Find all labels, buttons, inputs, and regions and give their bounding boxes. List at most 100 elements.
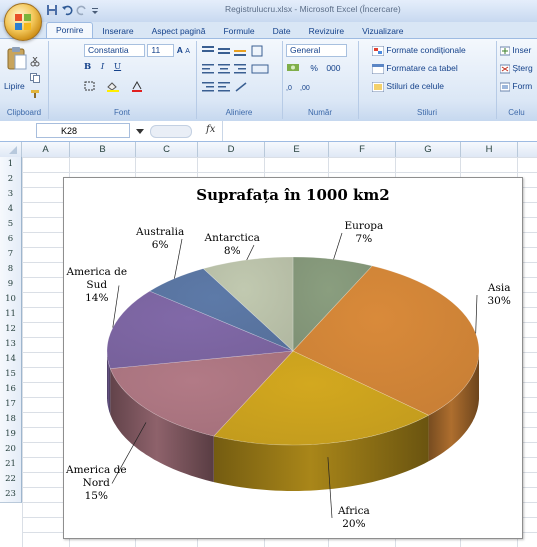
delete-cells-button[interactable]: Șterg	[499, 63, 533, 74]
row-header[interactable]: 9	[0, 277, 22, 293]
row-header[interactable]: 16	[0, 382, 22, 398]
tab-vizualizare[interactable]: Vizualizare	[353, 24, 412, 38]
conditional-formatting-button[interactable]: Formate condiționale	[371, 45, 466, 57]
tab-inserare[interactable]: Inserare	[93, 24, 142, 38]
thousands-button[interactable]: 000	[326, 63, 340, 73]
column-header-e[interactable]: E	[265, 142, 329, 157]
row-header[interactable]: 5	[0, 217, 22, 233]
customize-toolbar-icon[interactable]	[91, 4, 99, 16]
border-icon[interactable]	[84, 81, 96, 94]
currency-icon[interactable]	[286, 62, 302, 75]
clipboard-group-label: Clipboard	[6, 108, 42, 117]
row-header[interactable]: 6	[0, 232, 22, 248]
row-header[interactable]: 23	[0, 487, 22, 503]
insert-cells-button[interactable]: Inser	[499, 45, 531, 56]
row-header[interactable]: 17	[0, 397, 22, 413]
tab-formule[interactable]: Formule	[214, 24, 263, 38]
formula-expand-handle[interactable]	[150, 125, 192, 138]
font-size-select[interactable]: 11	[147, 44, 175, 57]
row-header[interactable]: 10	[0, 292, 22, 308]
column-header-f[interactable]: F	[329, 142, 396, 157]
italic-button[interactable]: I	[101, 62, 104, 72]
leader-line	[333, 232, 343, 260]
indent-icons[interactable]	[202, 81, 262, 95]
bold-button[interactable]: B	[84, 62, 91, 72]
title-bar: Registrulucru.xlsx - Microsoft Excel (În…	[0, 0, 537, 22]
copy-icon[interactable]	[30, 73, 40, 85]
font-color-icon[interactable]	[131, 80, 143, 94]
svg-text:,00: ,00	[300, 85, 310, 92]
row-header[interactable]: 13	[0, 337, 22, 353]
format-painter-icon[interactable]	[30, 89, 40, 101]
number-format-select[interactable]: General	[286, 44, 347, 57]
underline-button[interactable]: U	[114, 62, 121, 72]
row-header[interactable]: 15	[0, 367, 22, 383]
cut-icon[interactable]	[30, 56, 40, 69]
column-header-c[interactable]: C	[136, 142, 198, 157]
cell-styles-button[interactable]: Stiluri de celule	[371, 81, 444, 93]
row-header[interactable]: 8	[0, 262, 22, 278]
row-header[interactable]: 2	[0, 172, 22, 188]
data-label-america-de-nord[interactable]: America de Nord 15%	[66, 464, 127, 503]
row-header[interactable]: 14	[0, 352, 22, 368]
row-header[interactable]: 1	[0, 157, 22, 173]
tab-pornire[interactable]: Pornire	[46, 22, 94, 38]
table-icon	[371, 63, 385, 75]
row-header[interactable]: 7	[0, 247, 22, 263]
data-label-value: 7%	[355, 233, 373, 245]
data-label-value: 15%	[84, 490, 108, 502]
row-header[interactable]: 4	[0, 202, 22, 218]
format-as-table-button[interactable]: Formatare ca tabel	[371, 63, 458, 75]
undo-icon[interactable]	[61, 4, 73, 16]
data-label-value: 6%	[151, 239, 169, 251]
data-label-europa[interactable]: Europa 7%	[345, 220, 384, 246]
percent-button[interactable]: %	[310, 63, 318, 73]
data-label-value: 20%	[342, 518, 366, 530]
font-name-select[interactable]: Constantia	[84, 44, 145, 57]
column-header-b[interactable]: B	[70, 142, 136, 157]
decimal-icons[interactable]: ,0 ,00	[286, 81, 316, 94]
column-header-g[interactable]: G	[396, 142, 461, 157]
align-horizontal-icons[interactable]	[202, 63, 280, 77]
row-header[interactable]: 22	[0, 472, 22, 488]
shrink-font-button[interactable]: A	[185, 48, 190, 55]
data-label-africa[interactable]: Africa 20%	[338, 505, 370, 531]
format-cells-button[interactable]: Form	[499, 81, 532, 92]
grow-font-button[interactable]: A	[177, 45, 183, 55]
row-header[interactable]: 11	[0, 307, 22, 323]
data-label-america-de-sud[interactable]: America de Sud 14%	[67, 266, 128, 305]
paste-label[interactable]: Lipire	[4, 81, 25, 91]
row-header[interactable]: 12	[0, 322, 22, 338]
font-group: Constantia 11 A A B I U Font	[48, 41, 197, 119]
data-label-asia[interactable]: Asia 30%	[488, 282, 511, 308]
select-all-corner[interactable]	[0, 142, 22, 157]
data-label-antarctica[interactable]: Antarctica 8%	[205, 232, 260, 258]
column-header-a[interactable]: A	[22, 142, 70, 157]
cells-group: Inser Șterg Form Celu	[496, 41, 537, 119]
formula-input[interactable]	[222, 121, 537, 141]
name-box[interactable]: K28	[36, 123, 130, 138]
paste-icon[interactable]	[6, 45, 28, 71]
office-button[interactable]	[4, 3, 42, 41]
tab-revizuire[interactable]: Revizuire	[300, 24, 353, 38]
row-header[interactable]: 18	[0, 412, 22, 428]
svg-text:,0: ,0	[286, 85, 292, 92]
row-header[interactable]: 3	[0, 187, 22, 203]
align-top-icons[interactable]	[202, 45, 272, 59]
row-header[interactable]: 20	[0, 442, 22, 458]
fill-color-icon[interactable]	[106, 81, 120, 94]
row-header[interactable]: 19	[0, 427, 22, 443]
save-icon[interactable]	[46, 4, 58, 16]
data-label-australia[interactable]: Australia 6%	[136, 226, 184, 252]
tab-date[interactable]: Date	[264, 24, 300, 38]
pie-chart[interactable]: Suprafața în 1000 km2 Europa 7% Asia 30% Afr…	[63, 177, 523, 539]
column-header-h[interactable]: H	[461, 142, 518, 157]
insert-function-button[interactable]: fx	[206, 124, 215, 135]
redo-icon[interactable]	[76, 4, 88, 16]
column-header-d[interactable]: D	[198, 142, 265, 157]
format-as-table-label: Formatare ca tabel	[386, 63, 458, 73]
row-header[interactable]: 21	[0, 457, 22, 473]
name-box-dropdown-icon[interactable]	[136, 127, 144, 137]
data-label-value: 8%	[223, 245, 241, 257]
tab-aspect-pagina[interactable]: Aspect pagină	[143, 24, 215, 38]
